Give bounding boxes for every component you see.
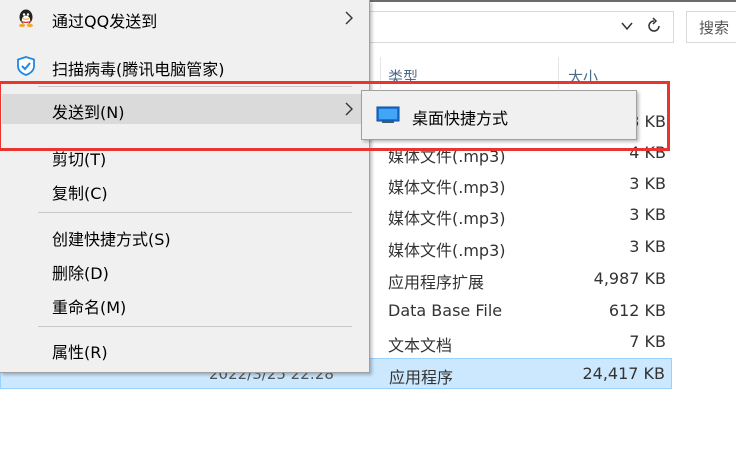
menu-item-label: 删除(D)	[52, 264, 109, 283]
file-size: 3 KB	[629, 205, 666, 224]
file-size: 7 KB	[629, 332, 666, 351]
menu-item-scan-virus[interactable]: 扫描病毒(腾讯电脑管家)	[2, 51, 366, 81]
file-size: 612 KB	[608, 301, 666, 320]
qq-penguin-icon	[19, 9, 33, 28]
file-type: 应用程序	[389, 368, 454, 387]
search-placeholder: 搜索	[699, 19, 730, 37]
file-size: 24,417 KB	[582, 364, 665, 383]
menu-item-create-shortcut[interactable]: 创建快捷方式(S)	[2, 221, 366, 251]
annotation-highlight-box	[0, 81, 670, 151]
chevron-down-icon[interactable]	[619, 18, 635, 34]
menu-separator	[38, 212, 352, 213]
menu-item-label: 属性(R)	[52, 343, 108, 362]
shield-icon	[17, 56, 35, 76]
context-menu: 通过QQ发送到 扫描病毒(腾讯电脑管家) 发送到(N) 剪切(T) 复制(C) …	[0, 0, 370, 373]
menu-item-delete[interactable]: 删除(D)	[2, 255, 366, 285]
file-type: 应用程序扩展	[388, 273, 485, 292]
menu-item-label: 创建快捷方式(S)	[52, 230, 171, 249]
file-type: 媒体文件(.mp3)	[388, 241, 506, 260]
file-size: 4,987 KB	[593, 269, 666, 288]
file-type: 媒体文件(.mp3)	[388, 209, 506, 228]
file-size: 3 KB	[629, 174, 666, 193]
menu-item-send-via-qq[interactable]: 通过QQ发送到	[2, 3, 366, 33]
file-type: Data Base File	[388, 301, 503, 320]
file-type: 文本文档	[388, 336, 453, 355]
menu-item-label: 重命名(M)	[52, 298, 127, 317]
chevron-right-icon	[345, 11, 353, 25]
menu-separator	[38, 326, 352, 327]
menu-item-properties[interactable]: 属性(R)	[2, 334, 366, 364]
menu-item-copy[interactable]: 复制(C)	[2, 175, 366, 205]
menu-item-label: 通过QQ发送到	[52, 12, 158, 31]
refresh-icon[interactable]	[645, 17, 663, 35]
file-type: 媒体文件(.mp3)	[388, 178, 506, 197]
menu-item-label: 复制(C)	[52, 184, 108, 203]
file-size: 3 KB	[629, 237, 666, 256]
menu-item-rename[interactable]: 重命名(M)	[2, 289, 366, 319]
menu-item-label: 扫描病毒(腾讯电脑管家)	[52, 60, 225, 79]
